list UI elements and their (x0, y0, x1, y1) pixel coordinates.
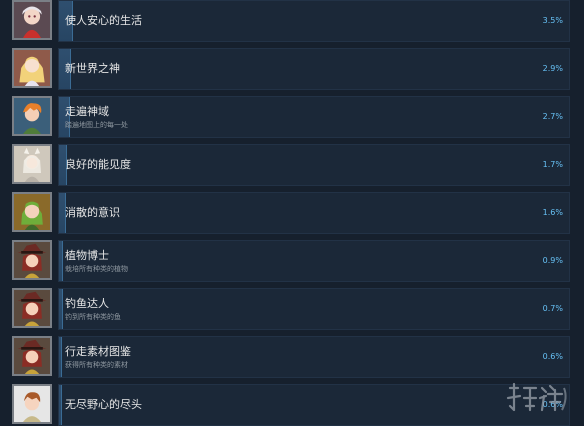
achievement-row: 无尽野心的尽头 0.6% (8, 384, 570, 426)
achievement-icon-blonde-girl (12, 48, 52, 88)
achievement-description: 栽培所有种类的植物 (65, 265, 128, 273)
achievement-row: 良好的能见度 1.7% (8, 144, 570, 188)
achievement-description: 获得所有种类的素材 (65, 361, 128, 369)
achievement-title: 植物博士 (65, 249, 109, 262)
achievement-percent: 0.6% (542, 400, 563, 409)
achievement-progress-panel: 新世界之神 2.9% (58, 48, 570, 90)
achievement-row: 钓鱼达人钓到所有种类的鱼 0.7% (8, 288, 570, 332)
achievement-row: 走遍神域踏遍地图上的每一处 2.7% (8, 96, 570, 140)
achievement-title: 新世界之神 (65, 62, 120, 75)
achievement-row: 植物博士栽培所有种类的植物 0.9% (8, 240, 570, 284)
achievement-icon-brown-hair-boy (12, 384, 52, 424)
achievement-title: 良好的能见度 (65, 158, 131, 171)
achievement-list: 使人安心的生活 3.5% 新世界之神 2.9% 走遍神域 踏遍地图上的每一处 2.7% … (0, 0, 584, 426)
achievement-percent: 1.7% (542, 160, 563, 169)
achievement-description: 踏遍地图上的每一处 (65, 121, 128, 129)
achievement-icon-witch-hat-girl (12, 240, 52, 280)
achievement-icon-orange-hair-boy (12, 96, 52, 136)
achievement-icon-green-hair-girl (12, 192, 52, 232)
achievement-percent: 2.9% (542, 64, 563, 73)
progress-fill (59, 241, 64, 281)
achievement-title: 消散的意识 (65, 206, 120, 219)
achievement-row: 新世界之神 2.9% (8, 48, 570, 92)
achievement-title: 走遍神域 (65, 105, 109, 118)
achievement-title: 钓鱼达人 (65, 297, 109, 310)
achievement-row: 使人安心的生活 3.5% (8, 0, 570, 44)
achievement-percent: 2.7% (542, 112, 563, 121)
achievement-description: 钓到所有种类的鱼 (65, 313, 121, 321)
achievement-percent: 0.6% (542, 352, 563, 361)
achievement-progress-panel: 消散的意识 1.6% (58, 192, 570, 234)
achievement-icon-witch-hat-girl (12, 288, 52, 328)
achievement-icon-witch-hat-girl (12, 336, 52, 376)
achievement-title: 无尽野心的尽头 (65, 398, 142, 411)
achievement-row: 行走素材图鉴获得所有种类的素材 0.6% (8, 336, 570, 380)
achievement-row: 消散的意识 1.6% (8, 192, 570, 236)
achievement-percent: 1.6% (542, 208, 563, 217)
achievement-progress-panel: 行走素材图鉴获得所有种类的素材 0.6% (58, 336, 570, 378)
achievement-progress-panel: 植物博士栽培所有种类的植物 0.9% (58, 240, 570, 282)
achievement-percent: 0.7% (542, 304, 563, 313)
achievement-progress-panel: 良好的能见度 1.7% (58, 144, 570, 186)
achievement-title: 行走素材图鉴 (65, 345, 131, 358)
achievement-percent: 3.5% (542, 16, 563, 25)
progress-fill (59, 289, 63, 329)
achievement-progress-panel: 走遍神域踏遍地图上的每一处 2.7% (58, 96, 570, 138)
achievement-progress-panel: 钓鱼达人钓到所有种类的鱼 0.7% (58, 288, 570, 330)
progress-fill (59, 337, 63, 377)
achievement-percent: 0.9% (542, 256, 563, 265)
achievement-progress-panel: 使人安心的生活 3.5% (58, 0, 570, 42)
achievement-icon-white-fox-girl (12, 144, 52, 184)
progress-fill (59, 385, 63, 425)
achievement-title: 使人安心的生活 (65, 14, 142, 27)
achievement-progress-panel: 无尽野心的尽头 0.6% (58, 384, 570, 426)
achievement-icon-girl-red-dress (12, 0, 52, 40)
